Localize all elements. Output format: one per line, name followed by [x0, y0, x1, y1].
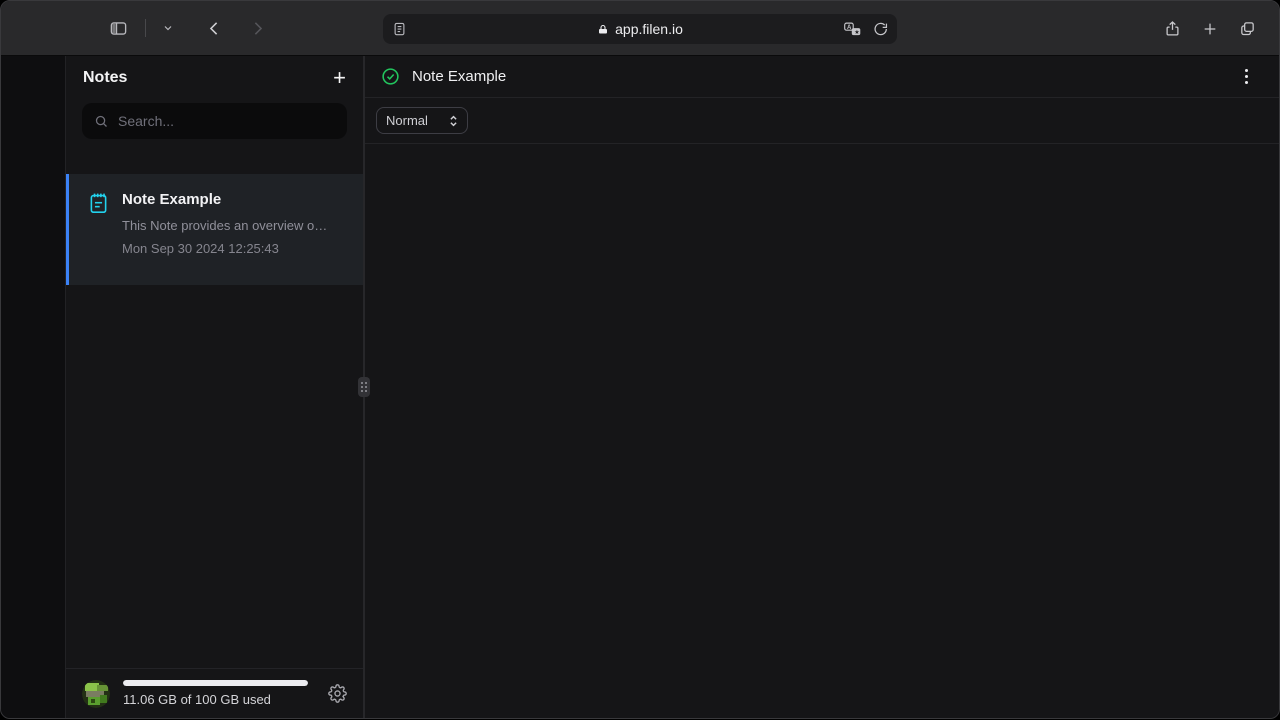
back-icon[interactable] [199, 20, 230, 37]
search-placeholder: Search... [118, 113, 174, 129]
note-list-empty-space [66, 285, 363, 668]
traffic-lights [22, 22, 77, 35]
format-select[interactable]: Normal [376, 107, 468, 134]
svg-text:A: A [847, 24, 852, 30]
panel-resize-divider[interactable] [363, 56, 365, 718]
format-toolbar: Normal [365, 98, 1279, 144]
minimize-window-button[interactable] [43, 22, 56, 35]
storage-progress-fill [123, 680, 308, 686]
divider [145, 19, 146, 37]
note-icon [89, 192, 108, 285]
storage-usage-text: 11.06 GB of 100 GB used [123, 692, 315, 707]
note-title: Note Example [412, 68, 506, 85]
avatar[interactable] [82, 680, 110, 708]
translate-icon[interactable]: A★ [843, 21, 862, 38]
format-select-value: Normal [386, 113, 428, 128]
close-window-button[interactable] [22, 22, 35, 35]
search-input[interactable]: Search... [82, 103, 347, 139]
tab-overview-icon[interactable] [1239, 20, 1256, 37]
share-icon[interactable] [1164, 19, 1181, 38]
settings-gear-icon[interactable] [328, 684, 347, 703]
reload-icon[interactable] [873, 22, 888, 37]
note-item-date: Mon Sep 30 2024 12:25:43 [122, 241, 327, 256]
svg-text:★: ★ [854, 28, 859, 35]
chevron-up-down-icon [449, 114, 458, 128]
zoom-window-button[interactable] [64, 22, 77, 35]
notes-panel: Notes + Search... Note Example This Note… [66, 56, 363, 718]
tab-group-chevron-icon[interactable] [155, 22, 181, 34]
forward-icon[interactable] [242, 20, 273, 37]
sidebar-toggle-icon[interactable] [101, 19, 136, 38]
note-item-preview: This Note provides an overview o… [122, 218, 327, 233]
storage-footer: 11.06 GB of 100 GB used [66, 668, 363, 718]
browser-window: app.filen.io A★ [0, 0, 1280, 719]
panel-drag-handle-icon[interactable] [358, 377, 370, 397]
browser-chrome: app.filen.io A★ [1, 1, 1279, 56]
synced-check-icon [381, 67, 400, 86]
lock-icon [597, 23, 609, 36]
storage-progress-bar [123, 680, 308, 686]
kebab-menu-icon[interactable] [1245, 69, 1248, 84]
note-editor-header: Note Example [365, 56, 1279, 98]
note-item-title: Note Example [122, 191, 327, 208]
app-sidebar-rail [1, 56, 66, 718]
address-bar[interactable]: app.filen.io A★ [383, 14, 897, 44]
note-list-item[interactable]: Note Example This Note provides an overv… [66, 174, 363, 285]
reader-mode-icon[interactable] [392, 21, 407, 37]
note-content-editor[interactable] [365, 144, 1279, 718]
new-note-button[interactable]: + [333, 67, 346, 89]
note-editor: Note Example Normal [365, 56, 1279, 718]
search-icon [94, 114, 109, 129]
new-tab-icon[interactable] [1202, 21, 1218, 37]
url-text: app.filen.io [615, 21, 683, 37]
notes-panel-title: Notes [83, 69, 127, 87]
